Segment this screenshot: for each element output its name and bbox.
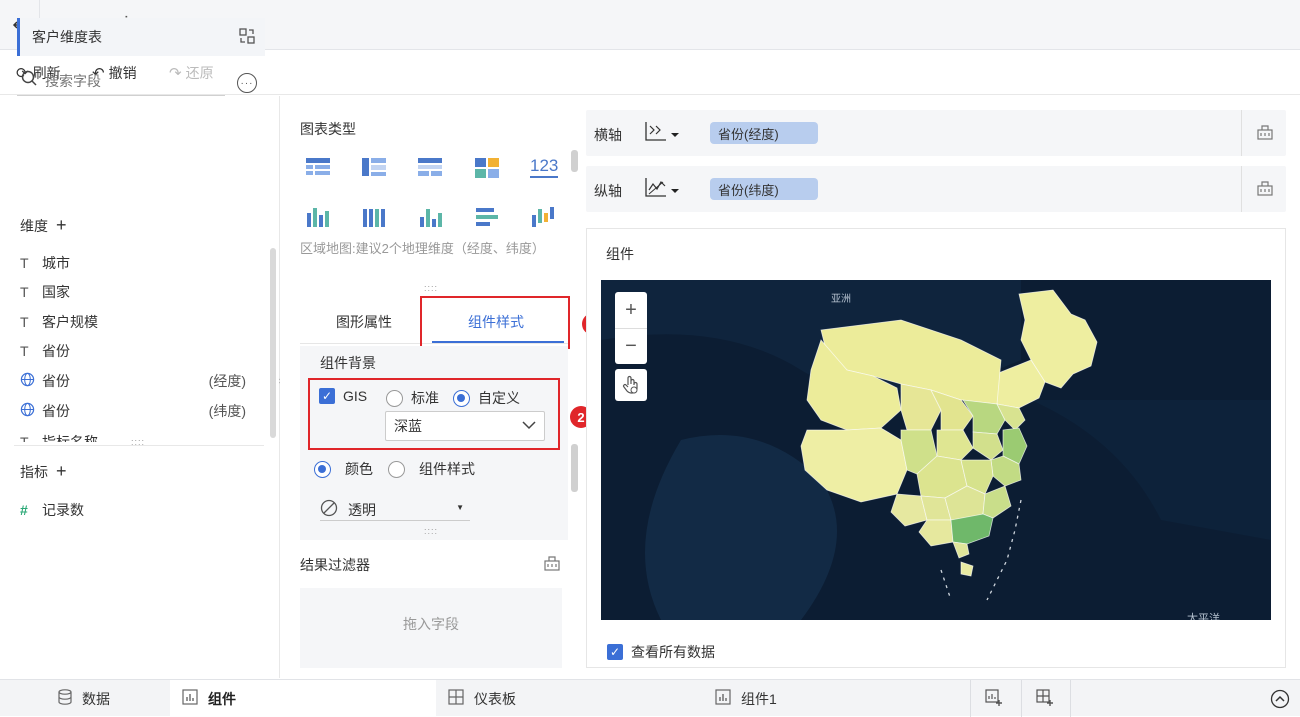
tab-component[interactable]: 组件: [170, 680, 436, 717]
field-item[interactable]: # 记录数: [20, 498, 250, 522]
text-type-icon: T: [20, 434, 29, 442]
resize-grip[interactable]: ::::: [424, 526, 438, 536]
cross-table-icon[interactable]: [361, 156, 387, 180]
tab-component1[interactable]: 组件1: [715, 680, 777, 717]
switch-dataset-icon[interactable]: [239, 28, 255, 47]
horizontal-bar-icon[interactable]: [474, 205, 500, 229]
axis-type-icon[interactable]: [644, 120, 680, 147]
kpi-icon[interactable]: [474, 156, 500, 180]
divider: [14, 445, 264, 446]
number-icon[interactable]: 123: [530, 156, 559, 178]
x-axis-field-pill[interactable]: 省份(经度): [710, 122, 818, 144]
field-item[interactable]: T 省份: [20, 339, 250, 363]
bottom-tab-bar: 数据 组件 仪表板 组件1: [0, 679, 1300, 717]
detail-table-icon[interactable]: [417, 156, 443, 180]
filter-settings-icon[interactable]: [543, 554, 561, 575]
view-all-data-checkbox[interactable]: ✓ 查看所有数据: [607, 642, 715, 662]
field-item[interactable]: T 城市: [20, 251, 250, 275]
filter-label: 结果过滤器: [300, 557, 370, 573]
zoom-in-button[interactable]: +: [615, 292, 647, 328]
text-type-icon: T: [20, 343, 29, 359]
gis-map[interactable]: 亚洲 太平洋 + −: [601, 280, 1271, 620]
radio-color[interactable]: 颜色: [314, 459, 373, 479]
axis-type-icon[interactable]: [644, 176, 680, 203]
scrollbar[interactable]: [270, 248, 276, 438]
section-title: 组件背景: [320, 355, 376, 371]
y-axis-field-pill[interactable]: 省份(纬度): [710, 178, 818, 200]
add-dimension-icon[interactable]: +: [56, 215, 67, 236]
fill-color-select[interactable]: 透明 ▼: [320, 499, 470, 521]
collapse-up-icon[interactable]: [1270, 689, 1290, 712]
dashboard-icon: [448, 689, 464, 708]
text-type-icon: T: [20, 314, 29, 330]
tab-graphic-properties[interactable]: 图形属性: [336, 312, 392, 332]
database-icon: [58, 689, 72, 708]
globe-icon: [20, 402, 42, 421]
card-title: 组件: [606, 246, 634, 262]
field-search: [17, 66, 225, 96]
more-options-icon[interactable]: ···: [237, 73, 257, 93]
measure-header: 指标 +: [20, 461, 67, 482]
field-item[interactable]: 省份 (经度): [20, 369, 250, 393]
no-fill-icon: [320, 499, 338, 520]
zoom-out-button[interactable]: −: [615, 328, 647, 364]
dimension-header: 维度 +: [20, 215, 67, 236]
x-axis-row: 横轴 省份(经度): [586, 110, 1286, 156]
chart-icon: [182, 689, 198, 708]
resize-grip[interactable]: ::::: [424, 283, 438, 293]
filter-dropzone[interactable]: 拖入字段: [300, 588, 562, 668]
search-icon: [21, 70, 37, 91]
dataset-selector[interactable]: 客户维度表: [17, 18, 265, 56]
grouped-column-icon[interactable]: [530, 205, 556, 229]
map-label-pacific: 太平洋: [1187, 611, 1220, 620]
field-item[interactable]: T 客户规模: [20, 310, 250, 334]
stacked-bar-icon[interactable]: [361, 205, 387, 229]
chart-type-label: 图表类型: [300, 121, 356, 137]
column-icon[interactable]: [417, 205, 443, 229]
field-item[interactable]: T 国家: [20, 280, 250, 304]
scrollbar[interactable]: [571, 444, 578, 492]
highlight-box: [308, 378, 560, 450]
add-dashboard-icon[interactable]: [1036, 689, 1054, 710]
field-item[interactable]: 省份 (纬度): [20, 399, 250, 423]
add-measure-icon[interactable]: +: [56, 461, 67, 482]
checkmark-icon: ✓: [607, 644, 623, 660]
axis-settings-icon[interactable]: [1256, 179, 1274, 201]
numeric-type-icon: #: [20, 502, 28, 518]
chart-icon: [715, 689, 731, 708]
axis-settings-icon[interactable]: [1256, 123, 1274, 145]
caret-down-icon: ▼: [456, 503, 464, 512]
text-type-icon: T: [20, 284, 29, 300]
search-input[interactable]: [45, 72, 205, 89]
scrollbar[interactable]: [571, 150, 578, 172]
chart-hint: 区域地图:建议2个地理维度（经度、纬度）: [300, 241, 545, 256]
bar-icon[interactable]: [305, 205, 331, 229]
y-axis-row: 纵轴 省份(纬度): [586, 166, 1286, 212]
tab-data[interactable]: 数据: [58, 680, 130, 717]
radio-component-style[interactable]: 组件样式: [388, 459, 475, 479]
highlight-box: [420, 296, 570, 349]
tab-dashboard[interactable]: 仪表板: [448, 680, 516, 717]
text-type-icon: T: [20, 255, 29, 271]
globe-icon: [20, 372, 42, 391]
map-label-asia: 亚洲: [831, 293, 851, 305]
add-component-icon[interactable]: [985, 689, 1003, 710]
pan-hand-icon[interactable]: [615, 369, 647, 401]
table-icon[interactable]: [305, 156, 331, 180]
